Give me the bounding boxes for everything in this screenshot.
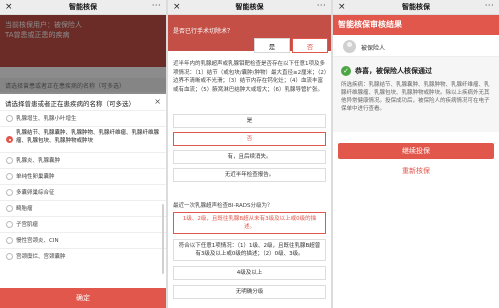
answer-option[interactable]: 无明确分级 — [173, 285, 326, 299]
check-icon: ✓ — [341, 66, 351, 76]
disease-option-label: 畸胎瘤 — [16, 206, 33, 212]
radio-checked-icon — [6, 136, 13, 143]
disease-option-label: 单纯性卵巢囊肿 — [16, 174, 55, 180]
radio-icon — [6, 253, 13, 260]
close-icon[interactable]: × — [173, 2, 181, 12]
wechat-header: × 智能核保 ··· — [0, 0, 166, 15]
result-card: 被保险人 ✓ 恭喜，被保险人核保通过 所选疾病：乳腺结节、乳腺囊肿、乳腺肿物、乳… — [333, 35, 499, 132]
close-icon[interactable]: × — [154, 97, 161, 106]
disease-option-label: 乳腺结节、乳腺囊肿、乳腺肿物、乳腺纤维瘤、乳腺纤维腺瘤、乳腺包块、乳腺肿物或肿块 — [16, 130, 160, 144]
pass-status: 恭喜，被保险人核保通过 — [355, 67, 432, 75]
radio-icon — [6, 115, 13, 122]
questionnaire-screen: × 智能核保 ··· 是否已行手术切除术？ 是 否 近半年内的乳腺超声或乳腺钼靶… — [168, 0, 331, 308]
answer-option[interactable]: 否 — [173, 132, 326, 146]
picker-title: 请选择曾患或者正在患疾病的名称（可多选） — [5, 100, 135, 108]
close-icon[interactable]: × — [5, 2, 13, 12]
disease-option[interactable]: 乳腺炎、乳腺囊肿 — [0, 152, 166, 168]
disease-option-label: 乳腺增生、乳腺小叶增生 — [16, 116, 77, 122]
birads-question: 最近一次乳腺超声检查BI-RADS分级为？ — [173, 203, 273, 209]
rerun-underwriting-link[interactable]: 重新核保 — [333, 166, 499, 176]
answer-option[interactable]: 4级及以上 — [173, 266, 326, 280]
answer-option[interactable]: 有，且后续消失。 — [173, 150, 326, 164]
more-icon[interactable]: ··· — [317, 1, 326, 10]
answer-option[interactable]: 1级、2级，且既往乳腺B超从未有3级及以上或0级的描述。 — [173, 212, 326, 234]
close-icon[interactable]: × — [338, 2, 346, 12]
answer-option[interactable]: 无近半年检查报告。 — [173, 168, 326, 182]
disease-option[interactable]: 慢性宫颈炎、CIN — [0, 232, 166, 248]
yes-option[interactable]: 是 — [254, 38, 290, 53]
radio-icon — [6, 237, 13, 244]
scrollbar[interactable] — [162, 204, 164, 274]
result-screen: × 智能核保 ··· 智能核保审核结果 被保险人 ✓ 恭喜，被保险人核保通过 所… — [333, 0, 499, 308]
disease-option[interactable]: 宫颈糜烂、宫颈囊肿 — [0, 248, 166, 264]
insured-user-row: 被保险人 — [333, 35, 499, 57]
disease-option[interactable]: 子宫肌瘤 — [0, 216, 166, 232]
radio-icon — [6, 221, 13, 228]
result-title: 智能核保审核结果 — [338, 20, 402, 29]
no-option[interactable]: 否 — [292, 38, 328, 53]
disease-option-label: 子宫肌瘤 — [16, 222, 39, 228]
wechat-header: × 智能核保 ··· — [333, 0, 499, 15]
more-icon[interactable]: ··· — [485, 1, 494, 10]
disease-option[interactable]: 乳腺结节、乳腺囊肿、乳腺肿物、乳腺纤维瘤、乳腺纤维腺瘤、乳腺包块、乳腺肿物或肿块 — [0, 126, 166, 152]
radio-icon — [6, 173, 13, 180]
ultrasound-question: 近半年内的乳腺超声或乳腺钼靶检查是否存在以下任意1项及多项情况：（1）结节（或包… — [173, 61, 327, 93]
disease-picker-sheet: 请选择曾患或者正在患疾病的名称（可多选） × 乳腺增生、乳腺小叶增生 乳腺结节、… — [0, 94, 166, 308]
surgery-question: 是否已行手术切除术？ — [173, 28, 234, 35]
disease-option-label: 乳腺炎、乳腺囊肿 — [16, 158, 61, 164]
page-title: 智能核保 — [402, 3, 430, 11]
page-title: 智能核保 — [235, 3, 264, 11]
disease-option-label: 慢性宫颈炎、CIN — [16, 238, 59, 244]
wechat-header: × 智能核保 ··· — [168, 0, 331, 15]
answer-option[interactable]: 符合以下任意1项情况：（1）1级、2级，且既往乳腺B超曾有3级及以上或0级的描述… — [173, 239, 326, 261]
continue-insure-button[interactable]: 继续投保 — [338, 143, 494, 159]
confirm-button[interactable]: 确定 — [0, 288, 166, 308]
avatar-icon — [343, 40, 356, 53]
disease-option-label: 宫颈糜烂、宫颈囊肿 — [16, 254, 66, 260]
page-title: 智能核保 — [69, 3, 97, 11]
insured-user-label: 被保险人 — [361, 45, 386, 52]
disease-option[interactable]: 畸胎瘤 — [0, 200, 166, 216]
more-icon[interactable]: ··· — [152, 1, 161, 10]
disease-option[interactable]: 乳腺增生、乳腺小叶增生 — [0, 110, 166, 126]
result-header: 智能核保审核结果 — [333, 15, 499, 35]
disease-option[interactable]: 单纯性卵巢囊肿 — [0, 168, 166, 184]
answer-option[interactable]: 是 — [173, 114, 326, 128]
radio-icon — [6, 157, 13, 164]
disease-option[interactable]: 多囊卵巢综合征 — [0, 184, 166, 200]
disease-select-screen: × 智能核保 ··· 当前核保用户：被保险人 TA曾患或正患的疾病 请选择曾患或… — [0, 0, 166, 308]
radio-icon — [6, 205, 13, 212]
radio-icon — [6, 189, 13, 196]
disease-option-label: 多囊卵巢综合征 — [16, 190, 55, 196]
result-detail: 所选疾病：乳腺结节、乳腺囊肿、乳腺肿物、乳腺纤维瘤、乳腺纤维腺瘤、乳腺包块、乳腺… — [341, 82, 490, 112]
